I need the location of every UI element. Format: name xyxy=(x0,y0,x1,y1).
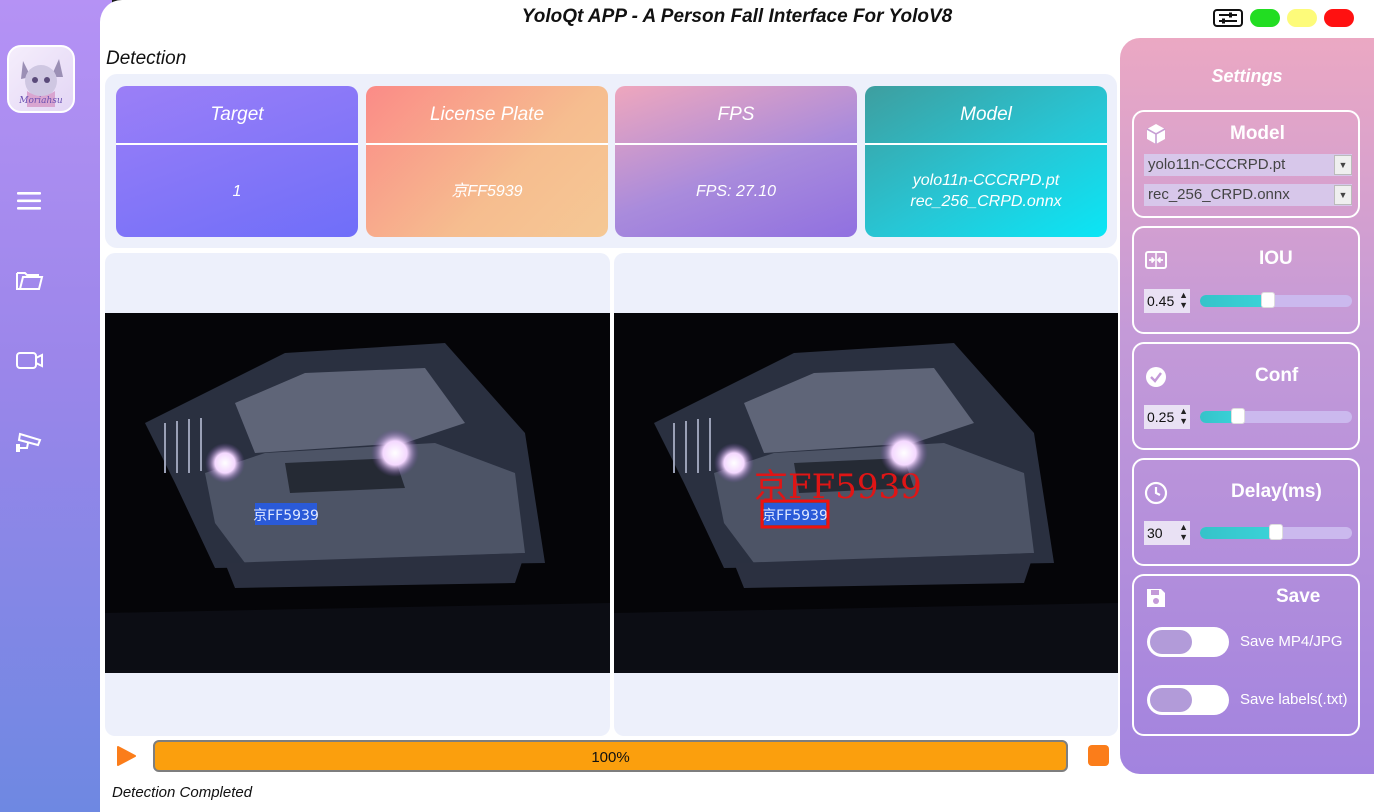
conf-label: Conf xyxy=(1255,365,1299,386)
model-box: Model yolo11n-CCCRPD.pt ▼ rec_256_CRPD.o… xyxy=(1132,110,1360,218)
iou-value: 0.45 xyxy=(1147,293,1175,309)
recognizer-model-value: rec_256_CRPD.onnx xyxy=(1148,186,1290,203)
iou-slider[interactable] xyxy=(1200,292,1352,308)
conf-spinbox[interactable]: 0.25 ▲ ▼ xyxy=(1144,405,1190,429)
section-label: Detection xyxy=(106,48,187,69)
iou-slider-fill xyxy=(1200,295,1269,307)
delay-value: 30 xyxy=(1147,525,1163,541)
card-model: Model yolo11n-CCCRPD.pt rec_256_CRPD.onn… xyxy=(865,86,1107,237)
save-video-label: Save MP4/JPG xyxy=(1240,633,1343,650)
sidebar: Moriahsu xyxy=(0,0,112,812)
card-title: Target xyxy=(116,86,358,145)
camera-icon[interactable] xyxy=(14,345,44,375)
card-value: FPS: 27.10 xyxy=(695,182,777,200)
clock-icon xyxy=(1144,481,1168,505)
save-video-toggle[interactable] xyxy=(1147,627,1229,657)
original-image-panel: 京FF5939 xyxy=(105,253,610,736)
iou-label: IOU xyxy=(1259,248,1293,269)
window-title: YoloQt APP - A Person Fall Interface For… xyxy=(521,6,953,27)
cctv-icon[interactable] xyxy=(14,426,44,456)
status-text: Detection Completed xyxy=(112,784,253,801)
close-button[interactable] xyxy=(1324,9,1354,27)
maximize-button[interactable] xyxy=(1250,9,1280,27)
iou-spinbox[interactable]: 0.45 ▲ ▼ xyxy=(1144,289,1190,313)
save-box: Save Save MP4/JPG Save labels(.txt) xyxy=(1132,574,1360,736)
conf-box: Conf 0.25 ▲ ▼ xyxy=(1132,342,1360,450)
model-recognizer-name: rec_256_CRPD.onnx xyxy=(910,193,1062,210)
save-labels-label: Save labels(.txt) xyxy=(1240,691,1348,708)
spin-arrows-icon[interactable]: ▲ ▼ xyxy=(1179,406,1188,426)
toggle-knob xyxy=(1150,630,1192,654)
original-image: 京FF5939 xyxy=(105,313,610,673)
card-title: Model xyxy=(865,86,1107,145)
card-license-plate: License Plate 京FF5939 xyxy=(366,86,608,237)
check-circle-icon xyxy=(1146,367,1166,387)
result-box-plate-text: 京FF5939 xyxy=(762,508,828,524)
menu-icon[interactable] xyxy=(14,186,44,216)
floppy-icon xyxy=(1147,589,1165,607)
progress-label: 100% xyxy=(591,749,630,766)
model-detector-name: yolo11n-CCCRPD.pt xyxy=(912,172,1060,189)
detector-model-select[interactable]: yolo11n-CCCRPD.pt ▼ xyxy=(1144,154,1352,176)
minimize-button[interactable] xyxy=(1287,9,1317,27)
spin-arrows-icon[interactable]: ▲ ▼ xyxy=(1179,290,1188,310)
card-value: yolo11n-CCCRPD.pt rec_256_CRPD.onnx xyxy=(865,145,1107,237)
chevron-down-icon[interactable]: ▼ xyxy=(1334,185,1352,205)
merge-icon xyxy=(1145,251,1167,269)
avatar-image: Moriahsu xyxy=(18,59,63,107)
card-value: 1 xyxy=(232,182,242,200)
toggle-knob xyxy=(1150,688,1192,712)
cube-icon xyxy=(1146,124,1166,144)
card-fps: FPS FPS: 27.10 xyxy=(615,86,857,237)
card-title: License Plate xyxy=(366,86,608,145)
result-image-panel: 京FF5939 京FF5939 xyxy=(614,253,1118,736)
original-plate-text: 京FF5939 xyxy=(253,508,319,524)
sliders-icon[interactable] xyxy=(1213,9,1243,27)
settings-panel: Settings Model yolo11n-CCCRPD.pt ▼ rec_2… xyxy=(1120,38,1374,774)
card-target: Target 1 xyxy=(116,86,358,237)
conf-value: 0.25 xyxy=(1147,409,1175,425)
save-label: Save xyxy=(1276,586,1321,607)
card-title: FPS xyxy=(615,86,857,145)
chevron-down-icon[interactable]: ▼ xyxy=(1334,155,1352,175)
recognizer-model-select[interactable]: rec_256_CRPD.onnx ▼ xyxy=(1144,184,1352,206)
delay-label: Delay(ms) xyxy=(1231,481,1322,502)
delay-spinbox[interactable]: 30 ▲ ▼ xyxy=(1144,521,1190,545)
spin-arrows-icon[interactable]: ▲ ▼ xyxy=(1179,522,1188,542)
avatar: Moriahsu xyxy=(7,45,75,113)
stats-cards: Target 1 License Plate 京FF5939 FPS FPS: … xyxy=(105,74,1117,248)
iou-box: IOU 0.45 ▲ ▼ xyxy=(1132,226,1360,334)
delay-slider[interactable] xyxy=(1200,524,1352,540)
delay-box: Delay(ms) 30 ▲ ▼ xyxy=(1132,458,1360,566)
delay-slider-fill xyxy=(1200,527,1276,539)
detector-model-value: yolo11n-CCCRPD.pt xyxy=(1148,156,1286,173)
card-value: 京FF5939 xyxy=(451,182,523,200)
result-image: 京FF5939 京FF5939 xyxy=(614,313,1118,673)
folder-icon[interactable] xyxy=(14,265,44,295)
settings-title: Settings xyxy=(1211,66,1283,86)
iou-slider-handle[interactable] xyxy=(1261,292,1276,308)
save-labels-toggle[interactable] xyxy=(1147,685,1229,715)
model-label: Model xyxy=(1230,123,1285,144)
avatar-text: Moriahsu xyxy=(18,96,63,106)
progress-bar: 100% xyxy=(153,740,1068,772)
delay-slider-handle[interactable] xyxy=(1269,524,1283,540)
conf-slider-handle[interactable] xyxy=(1231,408,1245,424)
play-button[interactable] xyxy=(114,744,138,768)
stop-button[interactable] xyxy=(1088,745,1109,766)
conf-slider[interactable] xyxy=(1200,408,1352,424)
